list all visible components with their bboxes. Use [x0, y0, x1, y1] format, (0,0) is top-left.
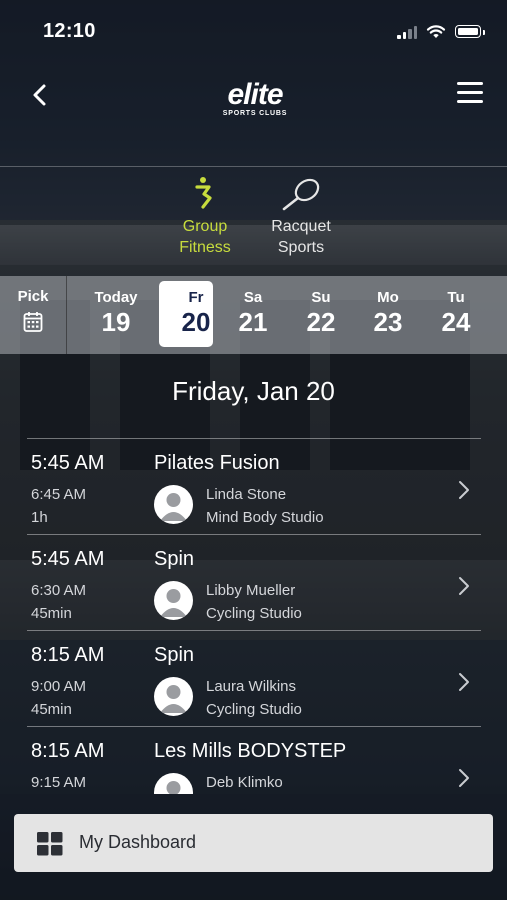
app-header: elite SPORTS CLUBS: [0, 64, 507, 167]
cellular-signal-icon: [397, 25, 417, 39]
day-number: 23: [373, 307, 403, 337]
date-sa[interactable]: Sa 21: [223, 276, 283, 354]
wifi-icon: [426, 25, 446, 38]
date-today[interactable]: Today 19: [86, 276, 146, 354]
pick-label: Pick: [17, 288, 49, 305]
dashboard-grid-icon: [37, 832, 63, 856]
class-end-time: 6:30 AM: [31, 582, 87, 599]
date-mo[interactable]: Mo 23: [358, 276, 418, 354]
racquet-icon: [282, 178, 320, 211]
class-title: Spin: [154, 644, 195, 666]
chevron-right-icon: [459, 481, 469, 499]
day-number: 21: [238, 307, 268, 337]
instructor-avatar-icon: [154, 581, 193, 620]
class-list: 5:45 AM 6:45 AM 1h Pilates Fusion Linda …: [27, 438, 481, 794]
class-row[interactable]: 8:15 AM 9:00 AM 45min Spin Laura Wilkins…: [27, 631, 481, 727]
instructor-name: Libby Mueller: [206, 582, 296, 599]
day-number: 19: [101, 307, 131, 337]
tab-label-line1: Group: [182, 218, 228, 235]
my-dashboard-label: My Dashboard: [79, 832, 197, 852]
instructor-avatar-icon: [154, 485, 193, 524]
instructor-name: Linda Stone: [206, 486, 287, 503]
calendar-icon: [23, 312, 43, 332]
tab-label-line1: Racquet: [271, 218, 331, 235]
class-title: Spin: [154, 548, 195, 570]
day-name: Today: [94, 289, 138, 306]
battery-icon: [455, 25, 485, 38]
class-start-time: 5:45 AM: [31, 548, 105, 570]
class-end-time: 9:15 AM: [31, 774, 87, 791]
day-number: 24: [441, 307, 471, 337]
class-title: Les Mills BODYSTEP: [154, 740, 347, 762]
logo-subtitle: SPORTS CLUBS: [222, 110, 288, 117]
day-name: Su: [311, 289, 331, 306]
day-name: Mo: [377, 289, 399, 306]
class-duration: 1h: [31, 509, 48, 526]
day-name: Sa: [243, 289, 263, 306]
day-name: Tu: [447, 289, 465, 306]
instructor-name: Deb Klimko: [206, 774, 283, 791]
status-time: 12:10: [43, 20, 96, 42]
class-start-time: 8:15 AM: [31, 644, 105, 666]
class-location: Cycling Studio: [206, 605, 302, 622]
instructor-avatar-icon: [154, 677, 193, 716]
class-end-time: 6:45 AM: [31, 486, 87, 503]
tab-racquet-sports[interactable]: Racquet Sports: [256, 176, 346, 258]
class-title: Pilates Fusion: [154, 452, 280, 474]
tab-label-line2: Fitness: [179, 239, 231, 256]
status-bar: 12:10: [0, 0, 507, 64]
pick-date-button[interactable]: Pick: [0, 276, 67, 354]
day-number: 20: [181, 307, 211, 337]
class-end-time: 9:00 AM: [31, 678, 87, 695]
class-start-time: 5:45 AM: [31, 452, 105, 474]
hamburger-menu-icon[interactable]: [457, 82, 483, 106]
date-fr-selected[interactable]: Fr 20: [159, 276, 226, 354]
date-su[interactable]: Su 22: [291, 276, 351, 354]
chevron-right-icon: [459, 673, 469, 691]
category-tabs: Group Fitness Racquet Sports: [0, 176, 507, 268]
class-row[interactable]: 5:45 AM 6:30 AM 45min Spin Libby Mueller…: [27, 535, 481, 631]
chevron-right-icon: [459, 769, 469, 787]
instructor-avatar-icon: [154, 773, 193, 794]
tab-label-line2: Sports: [277, 239, 325, 256]
class-duration: 45min: [31, 605, 72, 622]
class-row[interactable]: 5:45 AM 6:45 AM 1h Pilates Fusion Linda …: [27, 439, 481, 535]
elite-logo: elite SPORTS CLUBS: [210, 78, 300, 132]
class-location: Mind Body Studio: [206, 509, 324, 526]
date-strip: Pick Today 19 Fr 20 Sa 21 Su 22 Mo 23 Tu…: [0, 276, 507, 354]
day-name: Fr: [188, 289, 204, 306]
logo-wordmark: elite: [227, 78, 283, 111]
class-start-time: 8:15 AM: [31, 740, 105, 762]
instructor-name: Laura Wilkins: [206, 678, 297, 695]
date-tu[interactable]: Tu 24: [426, 276, 486, 354]
back-icon[interactable]: [26, 80, 56, 110]
tab-group-fitness[interactable]: Group Fitness: [160, 176, 250, 258]
class-row[interactable]: 8:15 AM 9:15 AM Les Mills BODYSTEP Deb K…: [27, 727, 481, 794]
group-fitness-icon: [195, 177, 212, 209]
selected-day-heading: Friday, Jan 20: [172, 376, 335, 406]
class-duration: 45min: [31, 701, 72, 718]
class-location: Cycling Studio: [206, 701, 302, 718]
my-dashboard-button[interactable]: My Dashboard: [14, 814, 493, 872]
day-number: 22: [306, 307, 336, 337]
chevron-right-icon: [459, 577, 469, 595]
